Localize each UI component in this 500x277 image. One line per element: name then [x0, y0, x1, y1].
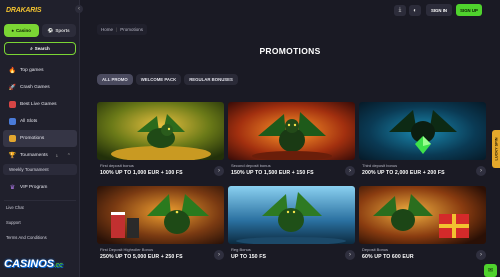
promo-card[interactable]: Reg Bonus UP TO 150 FS › [228, 186, 355, 263]
watermark-suffix: .CC [54, 263, 63, 269]
promo-image-dragon-coins [97, 102, 224, 160]
promo-subtitle: Deposit Bonus [362, 247, 389, 252]
watermark-text: CASINOS [4, 258, 55, 270]
arrow-right-icon[interactable]: › [345, 166, 355, 176]
ball-icon: ⚽ [47, 27, 54, 33]
promo-image-dragon-emerald [359, 102, 486, 160]
promo-title: UP TO 150 FS [231, 254, 267, 260]
sidebar-divider [4, 200, 76, 201]
sidebar-item-label: Crash Games [20, 85, 50, 90]
sidebar-footer: Live Chat Support Terms And Conditions [6, 205, 47, 240]
promo-subtitle: Reg Bonus [231, 247, 251, 252]
lucky-spin-label: LUCKY SPIN [494, 137, 498, 161]
sign-in-button[interactable]: SIGN IN [426, 4, 452, 16]
sidebar: DRAKARIS ‹ ♠ Casino ⚽ Sports ⌕ Search 🔥 … [0, 0, 83, 277]
sports-label: Sports [55, 28, 70, 33]
promo-card[interactable]: Third deposit bonus 200% UP TO 2,000 EUR… [359, 102, 486, 179]
flame-icon: 🔥 [8, 67, 17, 74]
language-icon[interactable]: ◐ [409, 5, 421, 16]
search-button[interactable]: ⌕ Search [4, 42, 76, 55]
promo-image-dragon-chips [97, 186, 224, 244]
promo-title: 100% UP TO 1,000 EUR + 100 FS [100, 170, 183, 176]
breadcrumb-home[interactable]: Home [101, 27, 113, 32]
sidebar-item-label: VIP Program [20, 185, 48, 190]
support-link[interactable]: Support [6, 220, 47, 225]
promo-subtitle: Third deposit bonus [362, 163, 398, 168]
sports-button[interactable]: ⚽ Sports [41, 24, 76, 37]
arrow-right-icon[interactable]: › [476, 250, 486, 260]
gift-icon [9, 135, 16, 142]
sidebar-item-tournaments[interactable]: 🏆 Tournaments 1 ⌃ [3, 147, 77, 164]
casino-label: Casino [15, 28, 31, 33]
sidebar-item-all-slots[interactable]: All Slots [3, 113, 77, 130]
chat-icon[interactable]: ✉ [484, 264, 497, 277]
sidebar-item-top-games[interactable]: 🔥 Top games [3, 62, 77, 79]
tournaments-count-badge: 1 [55, 153, 58, 158]
breadcrumb-current: Promotions [120, 27, 143, 32]
slots-icon [9, 118, 16, 125]
breadcrumb-separator: | [116, 27, 118, 32]
cards-icon: ♠ [11, 28, 14, 33]
sidebar-item-label: Top games [20, 68, 44, 73]
promo-image-dragon-lake [228, 186, 355, 244]
rocket-icon: 🚀 [8, 84, 17, 91]
sidebar-item-crash-games[interactable]: 🚀 Crash Games [3, 79, 77, 96]
promo-title: 200% UP TO 2,000 EUR + 200 FS [362, 170, 445, 176]
topbar: ⤓ ◐ SIGN IN SIGN UP [80, 0, 500, 20]
promo-card[interactable]: First deposit bonus 100% UP TO 1,000 EUR… [97, 102, 224, 179]
promo-image-dragon-fire [228, 102, 355, 160]
promo-tabs: ALL PROMO WELCOME PACK REGULAR BONUSES [97, 74, 238, 85]
logo-text: DRAKARIS [6, 6, 42, 14]
promo-image-dragon-gift [359, 186, 486, 244]
promo-card[interactable]: Deposit Bonus 60% UP TO 600 EUR › [359, 186, 486, 263]
sidebar-item-label: Tournaments [20, 153, 48, 158]
sidebar-item-label: All Slots [20, 119, 38, 124]
promo-card[interactable]: First Deposit Highroller Bonus 250% UP T… [97, 186, 224, 263]
live-chat-link[interactable]: Live Chat [6, 205, 47, 210]
crown-icon: ♛ [9, 184, 16, 191]
search-label: Search [34, 46, 50, 51]
search-icon: ⌕ [30, 46, 33, 51]
sidebar-nav: 🔥 Top games 🚀 Crash Games Best Live Game… [0, 62, 80, 196]
terms-link[interactable]: Terms And Conditions [6, 235, 47, 240]
brand-logo[interactable]: DRAKARIS [6, 4, 44, 16]
download-icon[interactable]: ⤓ [394, 5, 406, 16]
page-title: PROMOTIONS [259, 46, 321, 56]
promo-title: 60% UP TO 600 EUR [362, 254, 414, 260]
arrow-right-icon[interactable]: › [214, 250, 224, 260]
tab-regular-bonuses[interactable]: REGULAR BONUSES [184, 74, 238, 85]
trophy-icon: 🏆 [8, 152, 17, 159]
arrow-right-icon[interactable]: › [214, 166, 224, 176]
sidebar-item-label: Best Live Games [20, 102, 57, 107]
lucky-spin-tab[interactable]: LUCKY SPIN [492, 130, 500, 168]
sidebar-item-label: Promotions [20, 136, 45, 141]
sidebar-subitem-weekly-tournament[interactable]: Weekly Tournament [3, 164, 77, 175]
arrow-right-icon[interactable]: › [345, 250, 355, 260]
promo-subtitle: First Deposit Highroller Bonus [100, 247, 154, 252]
promo-subtitle: First deposit bonus [100, 163, 134, 168]
tab-all-promo[interactable]: ALL PROMO [97, 74, 133, 85]
sidebar-item-vip[interactable]: ♛ VIP Program [3, 179, 77, 196]
sidebar-item-live-games[interactable]: Best Live Games [3, 96, 77, 113]
casino-button[interactable]: ♠ Casino [4, 24, 39, 37]
live-icon [9, 101, 16, 108]
promo-card[interactable]: Second deposit bonus 150% UP TO 1,500 EU… [228, 102, 355, 179]
arrow-right-icon[interactable]: › [476, 166, 486, 176]
chevron-up-icon: ⌃ [66, 152, 71, 159]
sign-up-button[interactable]: SIGN UP [456, 4, 482, 16]
product-switch: ♠ Casino ⚽ Sports [4, 24, 76, 37]
promo-subtitle: Second deposit bonus [231, 163, 271, 168]
sidebar-item-promotions[interactable]: Promotions [3, 130, 77, 147]
tab-welcome-pack[interactable]: WELCOME PACK [135, 74, 182, 85]
watermark-logo: CASINOS.CC [4, 258, 63, 270]
promo-title: 250% UP TO 5,000 EUR + 250 FS [100, 254, 183, 260]
promo-title: 150% UP TO 1,500 EUR + 150 FS [231, 170, 314, 176]
breadcrumb: Home | Promotions [97, 24, 147, 35]
weekly-tournament-label: Weekly Tournament [9, 167, 49, 172]
